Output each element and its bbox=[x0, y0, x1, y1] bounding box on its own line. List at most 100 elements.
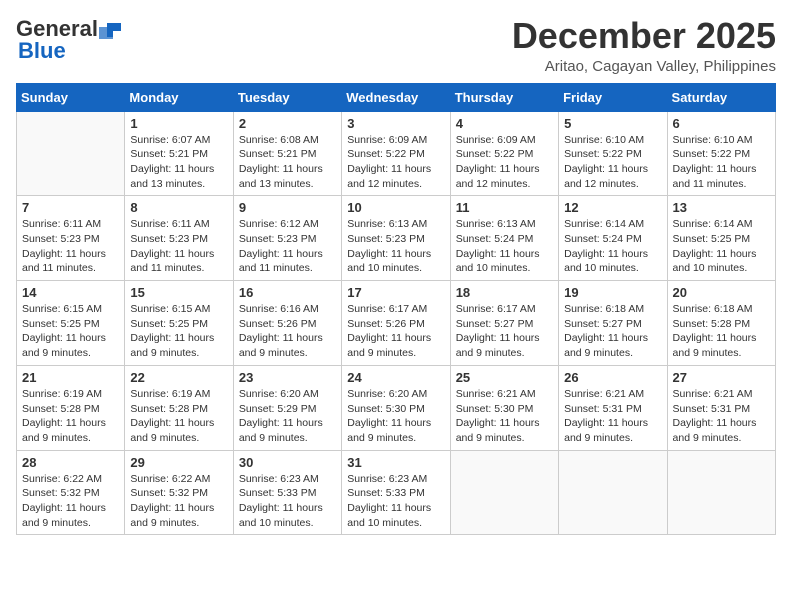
calendar-cell: 29 Sunrise: 6:22 AM Sunset: 5:32 PM Dayli… bbox=[125, 450, 233, 535]
day-info: Sunrise: 6:10 AM Sunset: 5:22 PM Dayligh… bbox=[564, 133, 661, 192]
day-number: 31 bbox=[347, 455, 444, 470]
day-info: Sunrise: 6:10 AM Sunset: 5:22 PM Dayligh… bbox=[673, 133, 770, 192]
weekday-header-saturday: Saturday bbox=[667, 83, 775, 111]
day-number: 29 bbox=[130, 455, 227, 470]
day-number: 20 bbox=[673, 285, 770, 300]
calendar-cell: 19 Sunrise: 6:18 AM Sunset: 5:27 PM Dayli… bbox=[559, 281, 667, 366]
day-number: 5 bbox=[564, 116, 661, 131]
calendar-cell: 31 Sunrise: 6:23 AM Sunset: 5:33 PM Dayli… bbox=[342, 450, 450, 535]
calendar-cell: 15 Sunrise: 6:15 AM Sunset: 5:25 PM Dayli… bbox=[125, 281, 233, 366]
calendar-cell: 28 Sunrise: 6:22 AM Sunset: 5:32 PM Dayli… bbox=[17, 450, 125, 535]
day-number: 15 bbox=[130, 285, 227, 300]
day-number: 24 bbox=[347, 370, 444, 385]
day-info: Sunrise: 6:19 AM Sunset: 5:28 PM Dayligh… bbox=[22, 387, 119, 446]
calendar-cell: 2 Sunrise: 6:08 AM Sunset: 5:21 PM Daylig… bbox=[233, 111, 341, 196]
day-info: Sunrise: 6:18 AM Sunset: 5:28 PM Dayligh… bbox=[673, 302, 770, 361]
calendar-week-5: 28 Sunrise: 6:22 AM Sunset: 5:32 PM Dayli… bbox=[17, 450, 776, 535]
location: Aritao, Cagayan Valley, Philippines bbox=[512, 58, 776, 75]
calendar-cell: 30Sunrise: 6:23 AM Sunset: 5:33 PM Dayli… bbox=[233, 450, 341, 535]
day-number: 30 bbox=[239, 455, 336, 470]
day-number: 9 bbox=[239, 200, 336, 215]
day-number: 25 bbox=[456, 370, 553, 385]
day-info: Sunrise: 6:18 AM Sunset: 5:27 PM Dayligh… bbox=[564, 302, 661, 361]
day-info: Sunrise: 6:20 AM Sunset: 5:30 PM Dayligh… bbox=[347, 387, 444, 446]
day-number: 2 bbox=[239, 116, 336, 131]
calendar-cell: 3 Sunrise: 6:09 AM Sunset: 5:22 PM Daylig… bbox=[342, 111, 450, 196]
day-info: Sunrise: 6:09 AM Sunset: 5:22 PM Dayligh… bbox=[347, 133, 444, 192]
day-info: Sunrise: 6:21 AM Sunset: 5:31 PM Dayligh… bbox=[673, 387, 770, 446]
calendar-week-2: 7 Sunrise: 6:11 AM Sunset: 5:23 PM Daylig… bbox=[17, 196, 776, 281]
calendar-cell: 21 Sunrise: 6:19 AM Sunset: 5:28 PM Dayli… bbox=[17, 365, 125, 450]
day-number: 28 bbox=[22, 455, 119, 470]
calendar-cell: 5 Sunrise: 6:10 AM Sunset: 5:22 PM Daylig… bbox=[559, 111, 667, 196]
day-info: Sunrise: 6:21 AM Sunset: 5:31 PM Dayligh… bbox=[564, 387, 661, 446]
calendar-cell: 1Sunrise: 6:07 AM Sunset: 5:21 PM Daylig… bbox=[125, 111, 233, 196]
title-block: December 2025 Aritao, Cagayan Valley, Ph… bbox=[512, 16, 776, 75]
calendar-cell: 7 Sunrise: 6:11 AM Sunset: 5:23 PM Daylig… bbox=[17, 196, 125, 281]
calendar-cell: 23 Sunrise: 6:20 AM Sunset: 5:29 PM Dayli… bbox=[233, 365, 341, 450]
weekday-header-tuesday: Tuesday bbox=[233, 83, 341, 111]
day-info: Sunrise: 6:11 AM Sunset: 5:23 PM Dayligh… bbox=[22, 217, 119, 276]
day-number: 14 bbox=[22, 285, 119, 300]
day-number: 17 bbox=[347, 285, 444, 300]
day-info: Sunrise: 6:20 AM Sunset: 5:29 PM Dayligh… bbox=[239, 387, 336, 446]
day-number: 3 bbox=[347, 116, 444, 131]
calendar-cell: 9Sunrise: 6:12 AM Sunset: 5:23 PM Daylig… bbox=[233, 196, 341, 281]
day-info: Sunrise: 6:14 AM Sunset: 5:24 PM Dayligh… bbox=[564, 217, 661, 276]
calendar-cell: 13 Sunrise: 6:14 AM Sunset: 5:25 PM Dayli… bbox=[667, 196, 775, 281]
day-number: 21 bbox=[22, 370, 119, 385]
calendar-cell: 10Sunrise: 6:13 AM Sunset: 5:23 PM Dayli… bbox=[342, 196, 450, 281]
day-info: Sunrise: 6:14 AM Sunset: 5:25 PM Dayligh… bbox=[673, 217, 770, 276]
day-number: 27 bbox=[673, 370, 770, 385]
month-title: December 2025 bbox=[512, 16, 776, 56]
calendar-cell: 8Sunrise: 6:11 AM Sunset: 5:23 PM Daylig… bbox=[125, 196, 233, 281]
day-info: Sunrise: 6:15 AM Sunset: 5:25 PM Dayligh… bbox=[22, 302, 119, 361]
calendar-week-3: 14 Sunrise: 6:15 AM Sunset: 5:25 PM Dayli… bbox=[17, 281, 776, 366]
day-number: 23 bbox=[239, 370, 336, 385]
day-number: 11 bbox=[456, 200, 553, 215]
calendar-cell bbox=[17, 111, 125, 196]
calendar-cell: 25Sunrise: 6:21 AM Sunset: 5:30 PM Dayli… bbox=[450, 365, 558, 450]
day-info: Sunrise: 6:22 AM Sunset: 5:32 PM Dayligh… bbox=[130, 472, 227, 531]
day-info: Sunrise: 6:09 AM Sunset: 5:22 PM Dayligh… bbox=[456, 133, 553, 192]
day-number: 19 bbox=[564, 285, 661, 300]
calendar-cell: 26 Sunrise: 6:21 AM Sunset: 5:31 PM Dayli… bbox=[559, 365, 667, 450]
day-number: 26 bbox=[564, 370, 661, 385]
day-info: Sunrise: 6:08 AM Sunset: 5:21 PM Dayligh… bbox=[239, 133, 336, 192]
day-number: 1 bbox=[130, 116, 227, 131]
day-info: Sunrise: 6:19 AM Sunset: 5:28 PM Dayligh… bbox=[130, 387, 227, 446]
day-number: 22 bbox=[130, 370, 227, 385]
day-info: Sunrise: 6:13 AM Sunset: 5:24 PM Dayligh… bbox=[456, 217, 553, 276]
calendar-cell: 27 Sunrise: 6:21 AM Sunset: 5:31 PM Dayli… bbox=[667, 365, 775, 450]
calendar-cell: 18 Sunrise: 6:17 AM Sunset: 5:27 PM Dayli… bbox=[450, 281, 558, 366]
calendar-cell bbox=[667, 450, 775, 535]
calendar-week-1: 1Sunrise: 6:07 AM Sunset: 5:21 PM Daylig… bbox=[17, 111, 776, 196]
calendar-table: SundayMondayTuesdayWednesdayThursdayFrid… bbox=[16, 83, 776, 536]
weekday-header-friday: Friday bbox=[559, 83, 667, 111]
calendar-cell: 20 Sunrise: 6:18 AM Sunset: 5:28 PM Dayli… bbox=[667, 281, 775, 366]
day-number: 4 bbox=[456, 116, 553, 131]
day-info: Sunrise: 6:22 AM Sunset: 5:32 PM Dayligh… bbox=[22, 472, 119, 531]
page-header: General Blue December 2025 Aritao, Cagay… bbox=[16, 16, 776, 75]
calendar-cell: 14 Sunrise: 6:15 AM Sunset: 5:25 PM Dayli… bbox=[17, 281, 125, 366]
day-info: Sunrise: 6:15 AM Sunset: 5:25 PM Dayligh… bbox=[130, 302, 227, 361]
calendar-cell: 11 Sunrise: 6:13 AM Sunset: 5:24 PM Dayli… bbox=[450, 196, 558, 281]
day-info: Sunrise: 6:23 AM Sunset: 5:33 PM Dayligh… bbox=[347, 472, 444, 531]
day-number: 13 bbox=[673, 200, 770, 215]
calendar-cell: 12Sunrise: 6:14 AM Sunset: 5:24 PM Dayli… bbox=[559, 196, 667, 281]
calendar-cell: 22 Sunrise: 6:19 AM Sunset: 5:28 PM Dayli… bbox=[125, 365, 233, 450]
weekday-header-thursday: Thursday bbox=[450, 83, 558, 111]
calendar-cell: 6Sunrise: 6:10 AM Sunset: 5:22 PM Daylig… bbox=[667, 111, 775, 196]
logo: General Blue bbox=[16, 16, 122, 64]
calendar-cell: 4 Sunrise: 6:09 AM Sunset: 5:22 PM Daylig… bbox=[450, 111, 558, 196]
calendar-week-4: 21 Sunrise: 6:19 AM Sunset: 5:28 PM Dayli… bbox=[17, 365, 776, 450]
calendar-cell bbox=[559, 450, 667, 535]
day-number: 7 bbox=[22, 200, 119, 215]
day-info: Sunrise: 6:17 AM Sunset: 5:27 PM Dayligh… bbox=[456, 302, 553, 361]
calendar-cell bbox=[450, 450, 558, 535]
day-info: Sunrise: 6:11 AM Sunset: 5:23 PM Dayligh… bbox=[130, 217, 227, 276]
day-info: Sunrise: 6:17 AM Sunset: 5:26 PM Dayligh… bbox=[347, 302, 444, 361]
day-number: 18 bbox=[456, 285, 553, 300]
day-info: Sunrise: 6:16 AM Sunset: 5:26 PM Dayligh… bbox=[239, 302, 336, 361]
calendar-header-row: SundayMondayTuesdayWednesdayThursdayFrid… bbox=[17, 83, 776, 111]
